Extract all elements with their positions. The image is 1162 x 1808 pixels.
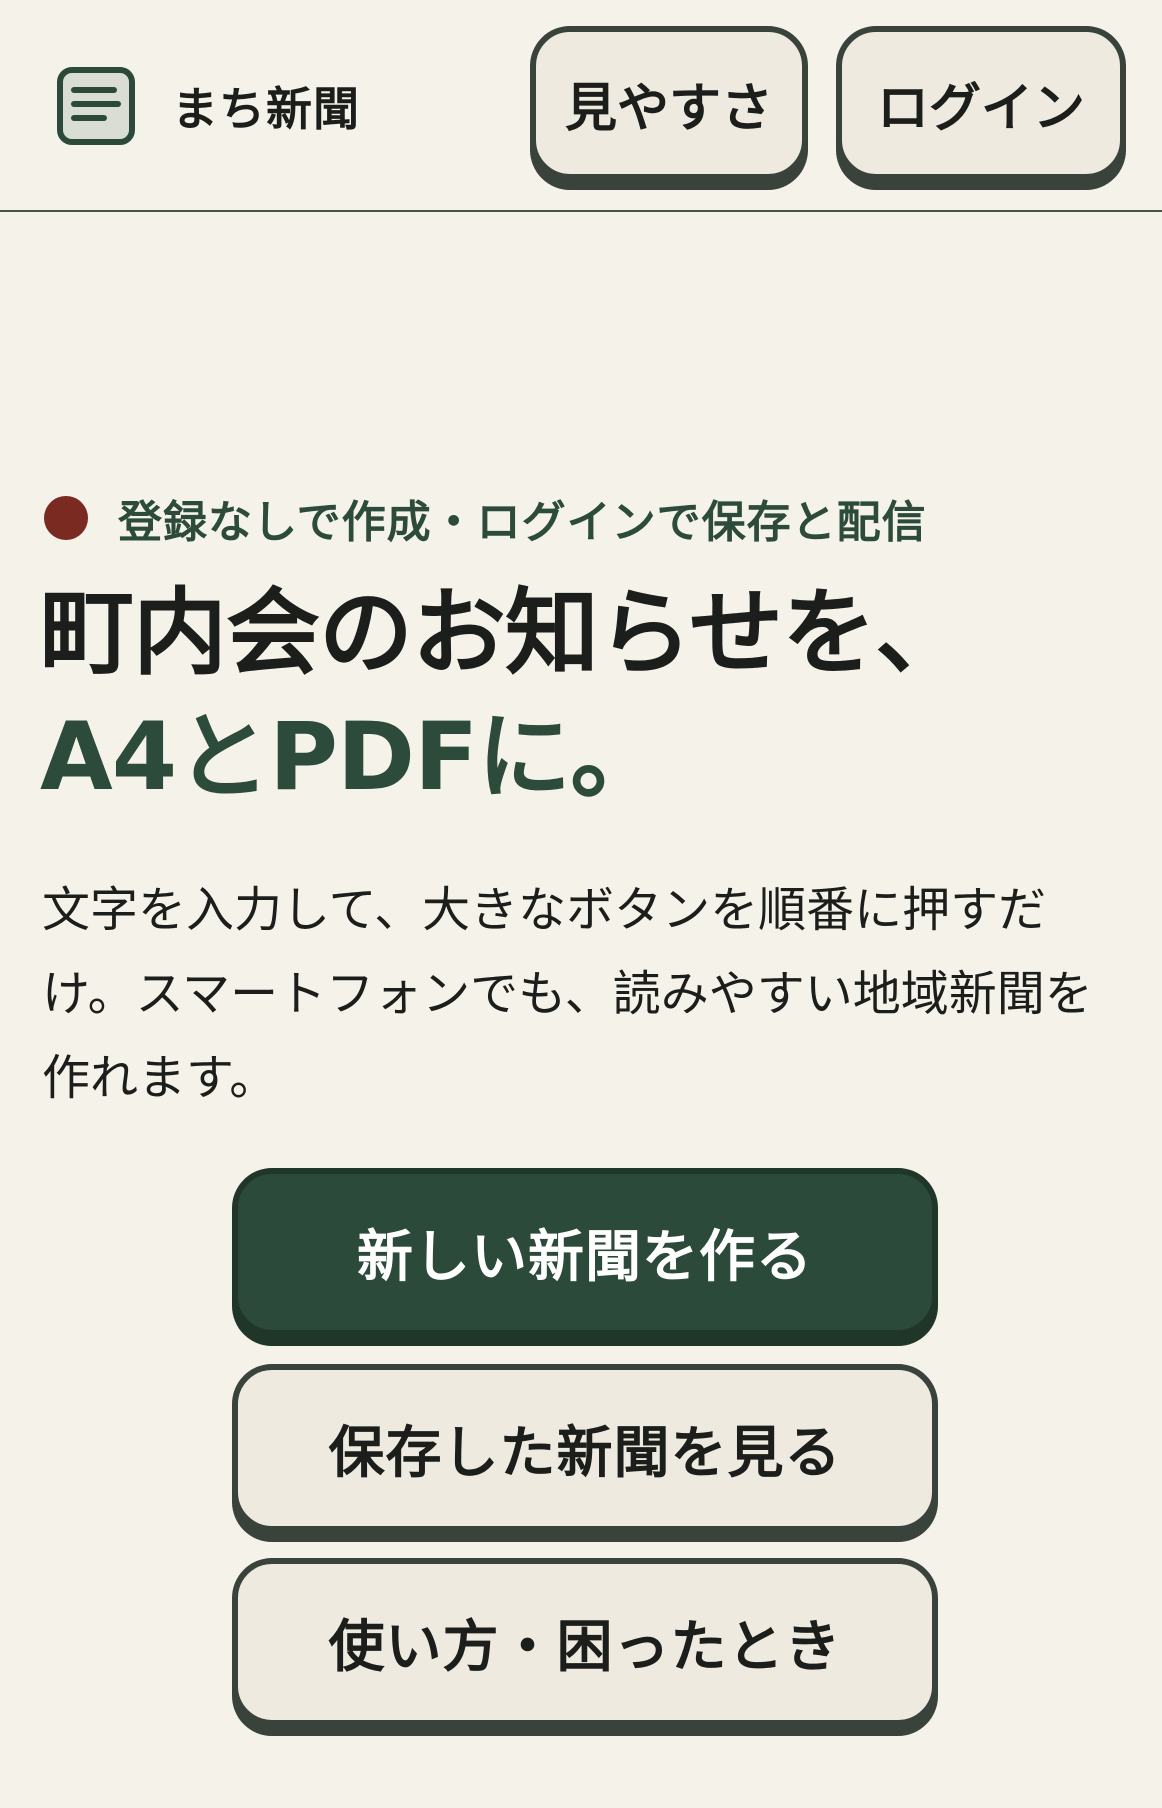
newspaper-icon — [57, 67, 135, 145]
login-button[interactable]: ログイン — [836, 26, 1126, 180]
brand[interactable]: まち新聞 — [56, 64, 360, 148]
eyebrow: 登録なしで作成・ログインで保存と配信 — [44, 490, 927, 548]
create-newspaper-button[interactable]: 新しい新聞を作る — [232, 1168, 938, 1336]
app-root: まち新聞 見やすさ ログイン 登録なしで作成・ログインで保存と配信 町内会のお知… — [0, 0, 1162, 1808]
eyebrow-dot — [44, 496, 88, 540]
site-header: まち新聞 見やすさ ログイン — [0, 0, 1162, 212]
lead-text: 文字を入力して、大きなボタンを順番に押すだけ。スマートフォンでも、読みやすい地域… — [42, 882, 1093, 1106]
headline-line-1: 町内会のお知らせを、 — [40, 579, 969, 688]
saved-newspapers-button[interactable]: 保存した新聞を見る — [232, 1364, 938, 1532]
brand-name: まち新聞 — [172, 82, 360, 136]
accessibility-button[interactable]: 見やすさ — [530, 26, 808, 180]
headline-line-2: A4とPDFに。 — [40, 703, 664, 812]
eyebrow-text: 登録なしで作成・ログインで保存と配信 — [118, 497, 927, 548]
help-button[interactable]: 使い方・困ったとき — [232, 1558, 938, 1726]
page-title: 町内会のお知らせを、 A4とPDFに。 — [40, 572, 1140, 820]
